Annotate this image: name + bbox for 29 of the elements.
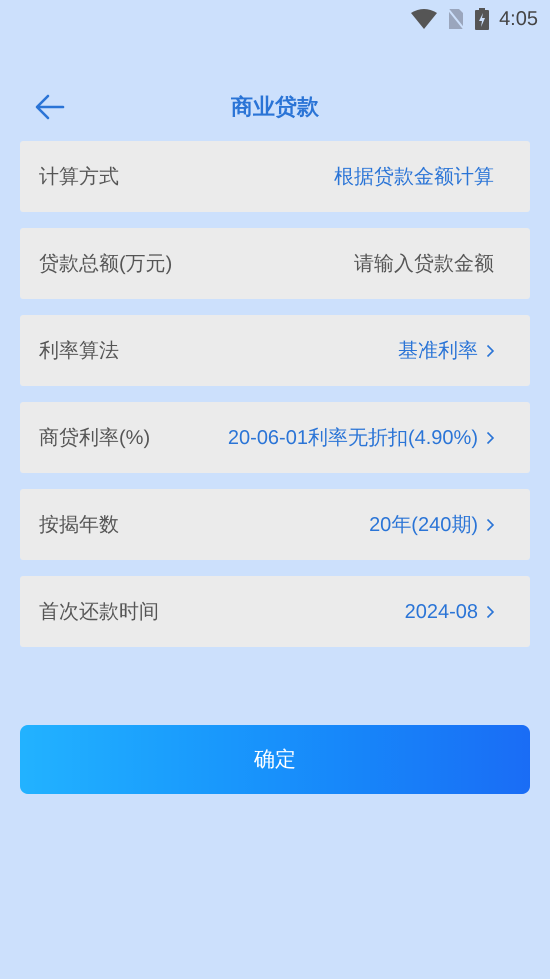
row-label: 首次还款时间 (39, 600, 159, 624)
chevron-right-icon (486, 344, 495, 358)
form-row[interactable]: 按揭年数 20年(240期) (20, 489, 530, 560)
wifi-icon (411, 9, 438, 29)
amount-input-field[interactable]: 请输入贷款金额 (254, 248, 494, 278)
row-value: 根据贷款金额计算 (334, 164, 494, 190)
confirm-button[interactable]: 确定 (20, 725, 530, 794)
form-row[interactable]: 利率算法 基准利率 (20, 315, 530, 386)
no-sim-icon (447, 8, 466, 30)
chevron-right-icon (486, 604, 495, 618)
row-value: 20年(240期) (369, 512, 478, 538)
page-title: 商业贷款 (231, 92, 319, 120)
row-label: 按揭年数 (39, 512, 119, 538)
battery-icon (475, 8, 490, 30)
row-value: 基准利率 (398, 338, 478, 364)
row-value: 20-06-01利率无折扣(4.90%) (228, 426, 478, 450)
row-label: 计算方式 (39, 164, 119, 190)
form-row[interactable]: 贷款总额(万元) 请输入贷款金额 (20, 228, 530, 299)
chevron-right-icon (486, 518, 495, 532)
row-label: 商贷利率(%) (39, 426, 150, 450)
form-row[interactable]: 首次还款时间 2024-08 (20, 576, 530, 647)
form-row[interactable]: 计算方式 根据贷款金额计算 (20, 141, 530, 212)
row-value: 2024-08 (404, 600, 478, 624)
row-label: 利率算法 (39, 338, 119, 364)
row-label: 贷款总额(万元) (39, 252, 172, 276)
form-row[interactable]: 商贷利率(%) 20-06-01利率无折扣(4.90%) (20, 402, 530, 473)
chevron-right-icon (486, 430, 495, 444)
status-time: 4:05 (499, 7, 538, 32)
back-arrow-icon (35, 94, 65, 120)
